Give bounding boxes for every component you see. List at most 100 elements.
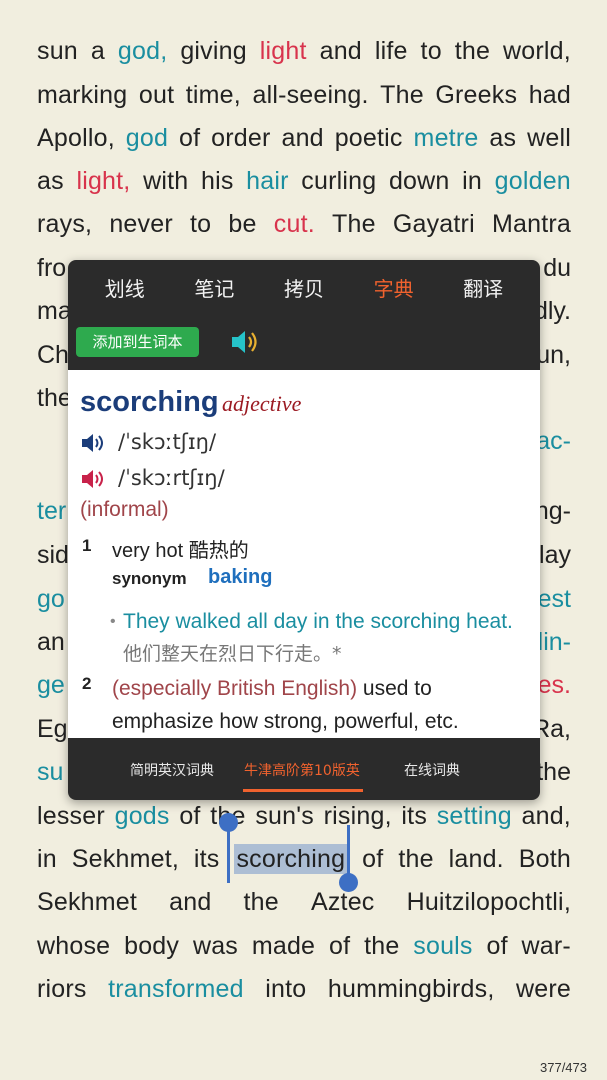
word[interactable]: well: [527, 123, 571, 153]
word[interactable]: rays,: [37, 209, 92, 239]
menu-copy[interactable]: 拷贝: [284, 274, 324, 304]
word[interactable]: as: [37, 166, 64, 196]
text-fragment-right: ac-: [536, 427, 571, 455]
word[interactable]: The: [332, 209, 376, 239]
linked-word[interactable]: light: [260, 36, 307, 66]
linked-word[interactable]: transformed: [108, 974, 244, 1004]
word[interactable]: Sekhmet: [37, 887, 137, 917]
word[interactable]: rising,: [324, 801, 392, 831]
word[interactable]: its: [401, 801, 427, 831]
word[interactable]: the: [455, 36, 490, 66]
word[interactable]: and: [320, 36, 362, 66]
linked-word[interactable]: metre: [414, 123, 479, 153]
word[interactable]: Gayatri: [393, 209, 475, 239]
word[interactable]: Mantra: [492, 209, 571, 239]
tab-online-dict[interactable]: 在线词典: [404, 760, 460, 780]
word[interactable]: in: [462, 166, 482, 196]
word[interactable]: of: [362, 844, 383, 874]
word[interactable]: time,: [186, 80, 241, 110]
word[interactable]: Aztec: [311, 887, 375, 917]
menu-dictionary[interactable]: 字典: [374, 274, 414, 304]
word[interactable]: of: [179, 801, 200, 831]
word[interactable]: its: [194, 844, 220, 874]
word[interactable]: The: [380, 80, 424, 110]
selection-start-handle[interactable]: [219, 813, 238, 832]
tab-oxford-dict[interactable]: 牛津高阶第10版英: [244, 760, 360, 780]
word[interactable]: hummingbirds,: [328, 974, 495, 1004]
selection-start-handle-bar[interactable]: [227, 825, 230, 883]
word[interactable]: out: [139, 80, 174, 110]
linked-word[interactable]: hair: [246, 166, 289, 196]
word[interactable]: was: [193, 931, 238, 961]
selection-end-handle[interactable]: [339, 873, 358, 892]
text-fragment-left: fro: [37, 254, 67, 282]
menu-underline[interactable]: 划线: [105, 274, 145, 304]
speaker-icon[interactable]: [230, 329, 260, 355]
word[interactable]: sun: [37, 36, 78, 66]
word[interactable]: lesser: [37, 801, 105, 831]
word[interactable]: a: [91, 36, 105, 66]
word[interactable]: never: [109, 209, 173, 239]
word[interactable]: riors: [37, 974, 87, 1004]
speaker-uk-icon[interactable]: [80, 432, 108, 454]
word[interactable]: giving: [180, 36, 247, 66]
word[interactable]: the: [244, 887, 279, 917]
word[interactable]: down: [389, 166, 450, 196]
word[interactable]: to: [190, 209, 211, 239]
word[interactable]: and: [169, 887, 211, 917]
linked-word[interactable]: gods: [115, 801, 170, 831]
linked-word[interactable]: god,: [118, 36, 167, 66]
word[interactable]: and: [281, 123, 323, 153]
text-line: rays, never to be cut. The Gayatri Mantra: [37, 209, 571, 239]
word[interactable]: land.: [449, 844, 504, 874]
linked-word[interactable]: god: [126, 123, 168, 153]
word[interactable]: and,: [522, 801, 571, 831]
word[interactable]: poetic: [335, 123, 403, 153]
word[interactable]: all-seeing.: [252, 80, 368, 110]
word[interactable]: Greeks: [435, 80, 517, 110]
word[interactable]: sun's: [255, 801, 314, 831]
word[interactable]: of: [329, 931, 350, 961]
word[interactable]: had: [529, 80, 571, 110]
speaker-us-icon[interactable]: [80, 468, 108, 490]
word[interactable]: of: [486, 931, 507, 961]
word[interactable]: Sekhmet,: [72, 844, 179, 874]
text-fragment-left: ge: [37, 671, 65, 699]
linked-word[interactable]: souls: [413, 931, 472, 961]
add-to-vocab-button[interactable]: 添加到生词本: [76, 327, 199, 357]
word[interactable]: Apollo,: [37, 123, 115, 153]
word[interactable]: be: [228, 209, 256, 239]
word[interactable]: made: [252, 931, 315, 961]
word[interactable]: body: [124, 931, 179, 961]
text-line: Sekhmet and the Aztec Huitzilopochtli,: [37, 887, 571, 917]
word[interactable]: his: [201, 166, 234, 196]
word[interactable]: in: [37, 844, 57, 874]
menu-note[interactable]: 笔记: [194, 274, 234, 304]
synonym-link[interactable]: baking: [208, 566, 272, 589]
word[interactable]: into: [265, 974, 306, 1004]
word[interactable]: life: [375, 36, 408, 66]
linked-word[interactable]: golden: [495, 166, 571, 196]
word[interactable]: whose: [37, 931, 110, 961]
linked-word[interactable]: light,: [76, 166, 130, 196]
word[interactable]: Huitzilopochtli,: [407, 887, 571, 917]
word[interactable]: of: [179, 123, 200, 153]
tab-concise-dict[interactable]: 简明英汉词典: [130, 760, 214, 780]
word[interactable]: Both: [519, 844, 571, 874]
word[interactable]: with: [143, 166, 188, 196]
word[interactable]: as: [489, 123, 516, 153]
linked-word[interactable]: setting: [437, 801, 512, 831]
word[interactable]: the: [398, 844, 433, 874]
word[interactable]: were: [516, 974, 571, 1004]
word[interactable]: the: [364, 931, 399, 961]
selected-word[interactable]: scorching: [234, 844, 348, 874]
menu-translate[interactable]: 翻译: [463, 274, 503, 304]
register-label: (informal): [80, 498, 169, 521]
word[interactable]: order: [211, 123, 270, 153]
word[interactable]: world,: [503, 36, 571, 66]
word[interactable]: marking: [37, 80, 127, 110]
linked-word[interactable]: cut.: [274, 209, 315, 239]
word[interactable]: to: [421, 36, 442, 66]
word[interactable]: war-: [522, 931, 571, 961]
word[interactable]: curling: [301, 166, 376, 196]
